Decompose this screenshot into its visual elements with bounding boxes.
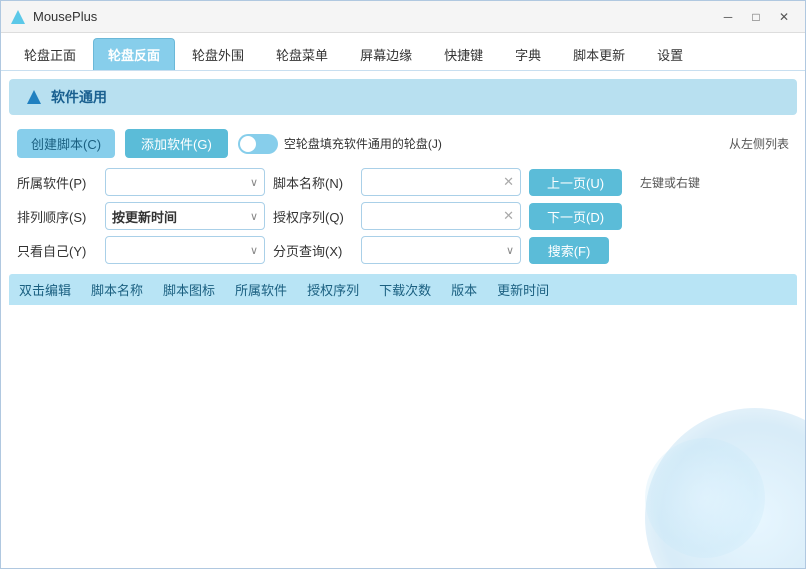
close-button[interactable]: ✕ xyxy=(771,7,797,27)
toolbar: 创建脚本(C) 添加软件(G) 空轮盘填充软件通用的轮盘(J) 从左侧列表 xyxy=(1,123,805,164)
section-header: 软件通用 xyxy=(9,79,797,115)
select-sort-order[interactable]: 按更新时间 ∨ xyxy=(105,202,265,230)
tab-shortcuts[interactable]: 快捷键 xyxy=(429,38,498,70)
label-page-query: 分页查询(X) xyxy=(273,241,353,260)
table-header: 双击编辑 脚本名称 脚本图标 所属软件 授权序列 下载次数 版本 更新时间 xyxy=(9,274,797,305)
th-version[interactable]: 版本 xyxy=(441,274,487,305)
filter-row-3: 只看自己(Y) ∨ 分页查询(X) ∨ 搜索(F) xyxy=(17,236,789,264)
filter-row-2: 排列顺序(S) 按更新时间 ∨ 授权序列(Q) ✕ 下一页(D) xyxy=(17,202,789,230)
chevron-down-icon-3: ∨ xyxy=(250,244,258,257)
create-script-button[interactable]: 创建脚本(C) xyxy=(17,129,115,158)
toggle-label: 空轮盘填充软件通用的轮盘(J) xyxy=(284,135,442,152)
tab-wheel-menu[interactable]: 轮盘菜单 xyxy=(261,38,343,70)
minimize-button[interactable]: ─ xyxy=(715,7,741,27)
window-controls: ─ □ ✕ xyxy=(715,7,797,27)
select-page-query[interactable]: ∨ xyxy=(361,236,521,264)
clear-script-name-icon[interactable]: ✕ xyxy=(503,174,514,190)
tab-dictionary[interactable]: 字典 xyxy=(500,38,556,70)
select-mine-only[interactable]: ∨ xyxy=(105,236,265,264)
filter-area: 所属软件(P) ∨ 脚本名称(N) ✕ 上一页(U) 左键或右键 排列顺序(S)… xyxy=(1,164,805,268)
input-script-name[interactable]: ✕ xyxy=(361,168,521,196)
chevron-down-icon-2: ∨ xyxy=(250,210,258,223)
window-title: MousePlus xyxy=(33,9,715,24)
tab-screen-edge[interactable]: 屏幕边缘 xyxy=(345,38,427,70)
tab-wheel-outer[interactable]: 轮盘外围 xyxy=(177,38,259,70)
th-double-click[interactable]: 双击编辑 xyxy=(9,274,81,305)
side-hint: 左键或右键 xyxy=(640,174,700,191)
th-software[interactable]: 所属软件 xyxy=(225,274,297,305)
tab-settings[interactable]: 设置 xyxy=(642,38,698,70)
main-window: MousePlus ─ □ ✕ 轮盘正面 轮盘反面 轮盘外围 轮盘菜单 屏幕边缘… xyxy=(0,0,806,569)
th-downloads[interactable]: 下载次数 xyxy=(369,274,441,305)
tab-script-update[interactable]: 脚本更新 xyxy=(558,38,640,70)
side-note: 从左侧列表 xyxy=(729,135,789,152)
chevron-down-icon: ∨ xyxy=(250,176,258,189)
tab-wheel-front[interactable]: 轮盘正面 xyxy=(9,38,91,70)
th-auth[interactable]: 授权序列 xyxy=(297,274,369,305)
search-button[interactable]: 搜索(F) xyxy=(529,237,609,264)
select-software[interactable]: ∨ xyxy=(105,168,265,196)
th-script-name[interactable]: 脚本名称 xyxy=(81,274,153,305)
title-bar: MousePlus ─ □ ✕ xyxy=(1,1,805,33)
toggle-knob xyxy=(240,136,256,152)
section-title: 软件通用 xyxy=(51,87,107,107)
toggle-fill-wheel[interactable]: 空轮盘填充软件通用的轮盘(J) xyxy=(238,134,442,154)
prev-page-button[interactable]: 上一页(U) xyxy=(529,169,622,196)
section-icon xyxy=(25,88,43,106)
label-script-name: 脚本名称(N) xyxy=(273,173,353,192)
label-software: 所属软件(P) xyxy=(17,173,97,192)
clear-auth-icon[interactable]: ✕ xyxy=(503,208,514,224)
deco-circle-large xyxy=(645,408,805,568)
filter-row-1: 所属软件(P) ∨ 脚本名称(N) ✕ 上一页(U) 左键或右键 xyxy=(17,168,789,196)
nav-tabs: 轮盘正面 轮盘反面 轮盘外围 轮盘菜单 屏幕边缘 快捷键 字典 脚本更新 设置 xyxy=(1,33,805,71)
label-sort-order: 排列顺序(S) xyxy=(17,207,97,226)
tab-wheel-back[interactable]: 轮盘反面 xyxy=(93,38,175,70)
th-update-time[interactable]: 更新时间 xyxy=(487,274,559,305)
deco-circle-small xyxy=(645,438,765,558)
toggle-switch[interactable] xyxy=(238,134,278,154)
content-area: 软件通用 创建脚本(C) 添加软件(G) 空轮盘填充软件通用的轮盘(J) 从左侧… xyxy=(1,71,805,568)
maximize-button[interactable]: □ xyxy=(743,7,769,27)
select-sort-value: 按更新时间 xyxy=(112,207,177,226)
chevron-down-icon-4: ∨ xyxy=(506,244,514,257)
input-auth-sequence[interactable]: ✕ xyxy=(361,202,521,230)
next-page-button[interactable]: 下一页(D) xyxy=(529,203,622,230)
label-mine-only: 只看自己(Y) xyxy=(17,241,97,260)
label-auth-sequence: 授权序列(Q) xyxy=(273,207,353,226)
app-icon xyxy=(9,8,27,26)
th-script-icon[interactable]: 脚本图标 xyxy=(153,274,225,305)
add-software-button[interactable]: 添加软件(G) xyxy=(125,129,228,158)
